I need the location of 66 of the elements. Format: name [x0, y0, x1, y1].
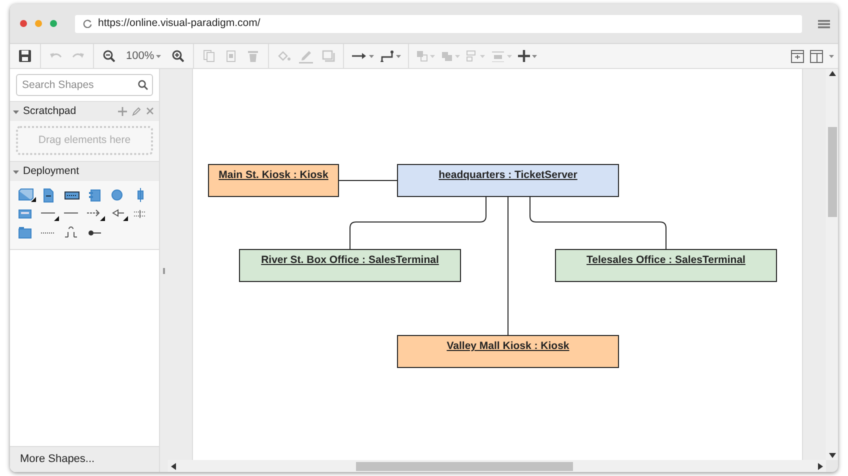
caret-icon	[156, 54, 162, 58]
caret-icon	[532, 54, 538, 58]
layers-icon	[441, 50, 454, 62]
scroll-up-icon[interactable]	[828, 71, 836, 76]
format-panel-icon[interactable]	[791, 50, 804, 62]
floppy-icon	[19, 50, 31, 62]
address-bar[interactable]: https://online.visual-paradigm.com/	[75, 14, 802, 32]
caret-icon	[369, 54, 374, 58]
node-box[interactable]: Main St. Kiosk : Kiosk	[208, 164, 339, 197]
clipboard-icon	[225, 50, 238, 62]
search-icon	[138, 80, 148, 90]
align-icon	[466, 50, 478, 62]
scrollbar-thumb[interactable]	[828, 126, 836, 216]
node-box[interactable]: Valley Mall Kiosk : Kiosk	[397, 335, 619, 368]
canvas-page[interactable]: Main St. Kiosk : Kiosk headquarters : TicketServer River St. Box Office : SalesTerminal Telesales Office : SalesTerminal Valley Mall Kiosk : Kiosk	[192, 69, 803, 460]
connector-line[interactable]	[350, 196, 486, 250]
caret-icon[interactable]	[829, 54, 834, 58]
maximize-dot[interactable]	[50, 20, 57, 27]
search-field[interactable]: Search Shapes	[16, 74, 153, 96]
zoom-in-icon	[172, 50, 184, 62]
zoom-out-icon	[103, 50, 115, 62]
horizontal-scrollbar[interactable]	[168, 460, 826, 472]
scroll-right-icon[interactable]	[818, 462, 823, 470]
plus-icon[interactable]	[118, 107, 127, 116]
drop-hint: Drag elements here	[38, 132, 131, 148]
caret-icon	[455, 54, 460, 58]
more-shapes-button[interactable]: More Shapes...	[10, 446, 159, 472]
zoom-dropdown[interactable]: 100%	[120, 44, 168, 68]
elbow-connector-icon	[380, 50, 394, 62]
connector-line[interactable]	[530, 196, 666, 250]
arrange-icon	[416, 50, 428, 62]
distribute-icon	[491, 50, 506, 62]
section-title: Deployment	[23, 164, 80, 179]
caret-icon	[430, 54, 436, 58]
caret-icon	[396, 54, 402, 58]
close-dot[interactable]	[20, 20, 27, 27]
section-title: Scratchpad	[23, 104, 76, 119]
scroll-down-icon[interactable]	[828, 453, 836, 458]
paint-bucket-icon	[277, 50, 292, 62]
node-box[interactable]: Telesales Office : SalesTerminal	[555, 249, 777, 282]
vertical-scrollbar[interactable]	[826, 69, 838, 460]
pencil-line-icon	[298, 48, 314, 64]
shadow-box-icon	[322, 50, 335, 62]
section-header[interactable]: Scratchpad	[10, 101, 159, 121]
node-box[interactable]: River St. Box Office : SalesTerminal	[239, 249, 461, 282]
url-text: https://online.visual-paradigm.com/	[98, 16, 260, 31]
pencil-icon[interactable]	[132, 107, 141, 116]
section-header[interactable]: Deployment	[10, 161, 159, 181]
dashed-arrow-icon[interactable]	[87, 207, 105, 222]
trash-icon	[247, 50, 260, 62]
node-box[interactable]: headquarters : TicketServer	[397, 164, 619, 197]
minimize-dot[interactable]	[35, 20, 42, 27]
layout-icon[interactable]	[810, 50, 823, 62]
close-icon[interactable]	[146, 107, 154, 115]
interface-arrow-icon[interactable]	[110, 207, 128, 222]
reload-icon[interactable]	[83, 19, 92, 28]
scroll-left-icon[interactable]	[171, 462, 176, 470]
caret-icon	[12, 108, 20, 116]
caret-icon	[507, 54, 512, 58]
copy-icon	[203, 50, 216, 62]
node-shape-icon[interactable]	[18, 188, 36, 203]
menu-icon[interactable]	[818, 18, 830, 28]
scrollbar-thumb[interactable]	[356, 462, 573, 470]
plus-icon	[518, 50, 530, 62]
caret-icon	[480, 54, 486, 58]
caret-icon	[12, 168, 20, 176]
